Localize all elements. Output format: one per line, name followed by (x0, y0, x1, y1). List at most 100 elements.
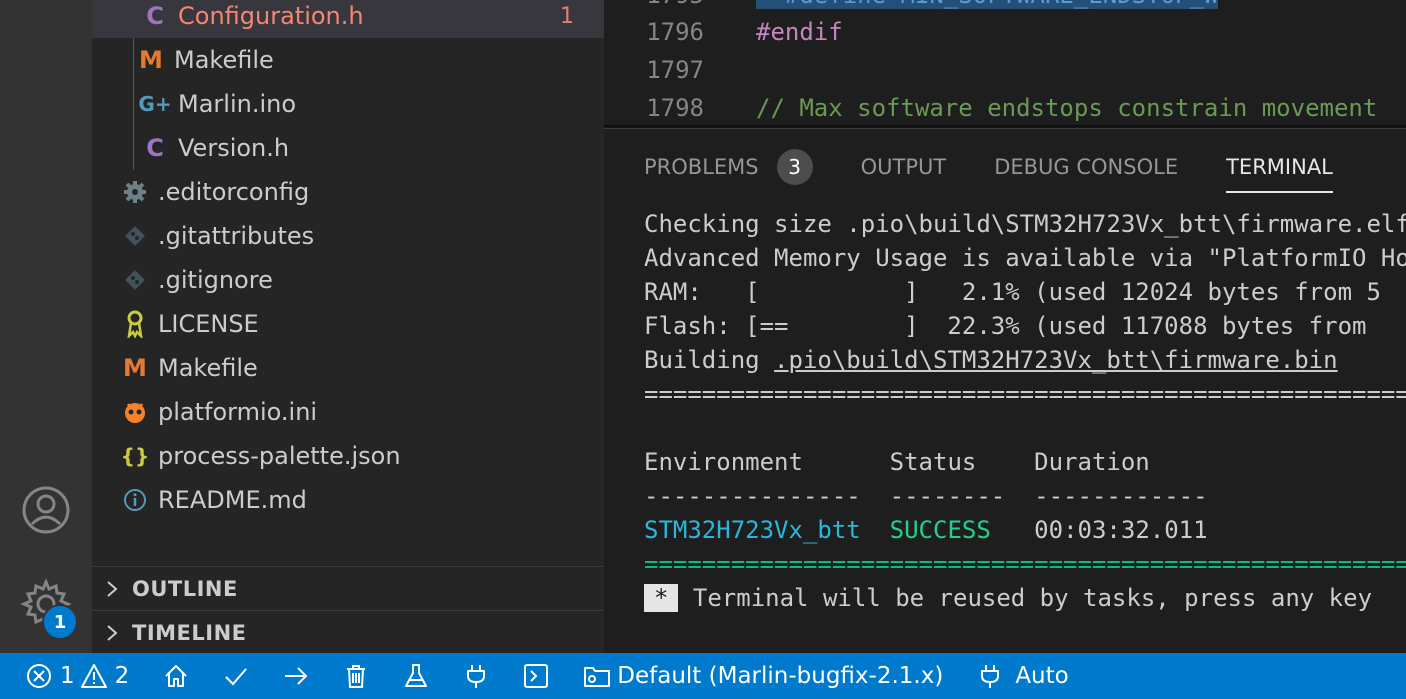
tree-item-process-palette-json[interactable]: {} process-palette.json (92, 434, 604, 478)
terminal-link[interactable]: .pio\build\STM32H723Vx_btt\firmware.bin (774, 346, 1338, 374)
file-label: .gitignore (158, 266, 273, 294)
timeline-label: TIMELINE (132, 621, 247, 645)
tree-item-makefile-root[interactable]: M Makefile (92, 346, 604, 390)
accounts-button[interactable] (0, 480, 92, 540)
problems-status[interactable]: 1 2 (26, 653, 129, 699)
code-line: 1797 (604, 51, 1406, 89)
pio-env-switcher[interactable]: Default (Marlin-bugfix-2.1.x) (583, 653, 943, 699)
tree-item-gitattributes[interactable]: .gitattributes (92, 214, 604, 258)
file-label: Marlin.ino (178, 90, 297, 118)
tree-item-license[interactable]: LICENSE (92, 302, 604, 346)
platformio-icon (120, 399, 150, 425)
pio-port-switcher[interactable]: Auto (977, 653, 1069, 699)
file-label: README.md (158, 486, 307, 514)
tree-item-marlin-ino[interactable]: G+ Marlin.ino (92, 82, 604, 126)
line-number: 1798 (646, 94, 704, 122)
account-icon (20, 484, 72, 536)
makefile-icon: M (123, 354, 147, 382)
chevron-right-icon (92, 580, 132, 598)
terminal-line: Environment Status Duration (644, 445, 1406, 479)
json-icon: {} (120, 444, 150, 468)
file-label: Makefile (174, 46, 274, 74)
tab-debug-console[interactable]: DEBUG CONSOLE (994, 145, 1178, 189)
tree-item-gitignore[interactable]: .gitignore (92, 258, 604, 302)
header-duration: Duration (1034, 448, 1150, 476)
code-line: 1795 #define MIN_SOFTWARE_ENDSTOP_W (604, 0, 1406, 14)
terminal-line: STM32H723Vx_btt SUCCESS 00:03:32.011 (644, 513, 1406, 547)
tree-item-version-h[interactable]: C Version.h (92, 126, 604, 170)
problem-count: 1 (560, 3, 574, 29)
git-icon (120, 269, 150, 291)
tree-item-platformio-ini[interactable]: platformio.ini (92, 390, 604, 434)
terminal-icon (523, 663, 549, 689)
code-text: #endif (756, 18, 843, 46)
tab-terminal[interactable]: TERMINAL (1226, 145, 1333, 193)
pio-build-button[interactable] (223, 653, 249, 699)
pio-test-button[interactable] (403, 653, 429, 699)
vscode-window: 1 C Configuration.h 1 M Makefile G+ Marl… (0, 0, 1406, 699)
pio-serial-monitor-button[interactable] (463, 653, 489, 699)
trash-icon (343, 663, 369, 689)
port-label: Auto (1015, 663, 1069, 689)
outline-label: OUTLINE (132, 577, 238, 601)
tab-label: TERMINAL (1226, 155, 1333, 179)
pio-home-button[interactable] (163, 653, 189, 699)
terminal-line: --------------- -------- ------------ (644, 479, 1406, 513)
file-label: Configuration.h (178, 2, 364, 30)
check-icon (223, 663, 249, 689)
code-line: 1796 #endif (604, 13, 1406, 51)
tree-item-configuration-h[interactable]: C Configuration.h 1 (92, 0, 604, 38)
error-icon (26, 663, 52, 689)
terminal-text: Building (644, 346, 775, 374)
flask-icon (403, 663, 429, 689)
arduino-file-icon: G+ (138, 92, 172, 116)
settings-badge: 1 (42, 604, 78, 640)
build-duration: 00:03:32.011 (1034, 516, 1208, 544)
code-editor[interactable]: 1795 #define MIN_SOFTWARE_ENDSTOP_W 1796… (604, 0, 1406, 128)
line-number: 1796 (646, 18, 704, 46)
problems-badge: 3 (776, 149, 813, 185)
tree-item-editorconfig[interactable]: .editorconfig (92, 170, 604, 214)
terminal-line: * Terminal will be reused by tasks, pres… (644, 581, 1406, 615)
reuse-marker: * (644, 584, 679, 612)
tree-item-makefile-marlin[interactable]: M Makefile (92, 38, 604, 82)
terminal-line: Building .pio\build\STM32H723Vx_btt\firm… (644, 343, 1406, 377)
plug-icon (977, 663, 1003, 689)
gear-icon (120, 180, 150, 204)
plug-icon (463, 663, 489, 689)
file-label: .gitattributes (158, 222, 315, 250)
tab-output[interactable]: OUTPUT (861, 145, 947, 189)
code-text: // Max software endstops constrain movem… (756, 94, 1378, 122)
tree-item-readme-md[interactable]: README.md (92, 478, 604, 522)
c-file-icon: C (146, 2, 164, 30)
reuse-message: Terminal will be reused by tasks, press … (678, 584, 1373, 612)
dash-environment: --------------- (644, 482, 861, 510)
timeline-section-header[interactable]: TIMELINE (92, 610, 604, 653)
makefile-icon: M (139, 46, 163, 74)
pio-terminal-button[interactable] (523, 653, 549, 699)
status-bar: 1 2 Default (Marlin-bugfix-2.1.x) Auto (0, 653, 1406, 699)
line-number: 1795 (604, 0, 704, 9)
header-environment: Environment (644, 448, 803, 476)
warning-icon (80, 663, 107, 689)
file-label: LICENSE (158, 310, 259, 338)
chevron-right-icon (92, 624, 132, 642)
file-label: process-palette.json (158, 442, 401, 470)
pio-clean-button[interactable] (343, 653, 369, 699)
tab-problems[interactable]: PROBLEMS 3 (644, 145, 813, 189)
pio-upload-button[interactable] (283, 653, 309, 699)
activity-bar: 1 (0, 0, 92, 653)
outline-section-header[interactable]: OUTLINE (92, 566, 604, 611)
dash-status: -------- (889, 482, 1006, 510)
terminal-line: Advanced Memory Usage is available via "… (644, 244, 1406, 272)
tab-label: DEBUG CONSOLE (994, 155, 1179, 179)
explorer-sidebar: C Configuration.h 1 M Makefile G+ Marlin… (92, 0, 604, 653)
manage-settings-button[interactable]: 1 (0, 574, 92, 640)
license-icon (120, 310, 150, 338)
build-status: SUCCESS (889, 516, 991, 544)
error-count: 1 (60, 663, 75, 689)
terminal-line: Checking size .pio\build\STM32H723Vx_btt… (644, 210, 1406, 238)
terminal-output[interactable]: Checking size .pio\build\STM32H723Vx_btt… (644, 207, 1406, 615)
terminal-line: RAM: [ ] 2.1% (used 12024 bytes from 5 (644, 278, 1381, 306)
